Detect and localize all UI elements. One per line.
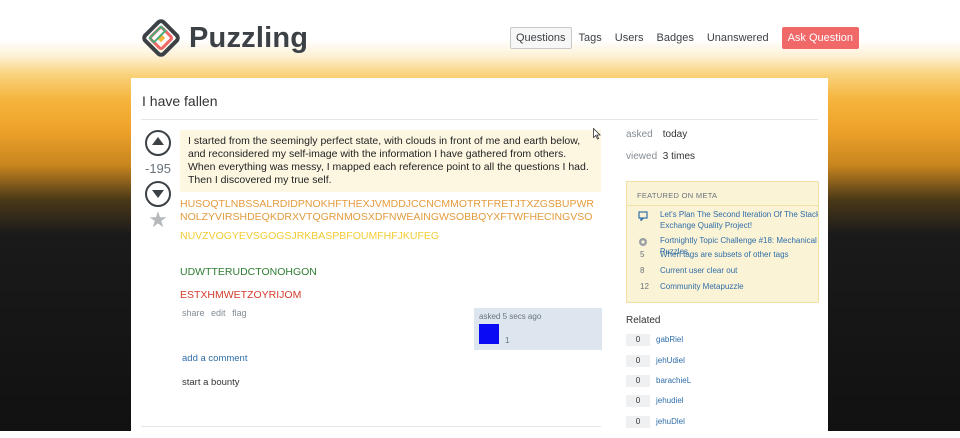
related-link[interactable]: barachieL	[656, 376, 691, 385]
question-stats: asked today viewed 3 times	[626, 128, 821, 172]
meta-item-count: 5	[640, 250, 645, 259]
arrow-up-icon	[152, 137, 164, 145]
post-menu: share edit flag	[182, 308, 251, 318]
start-bounty-link[interactable]: start a bounty	[182, 377, 240, 388]
related-item[interactable]: 0 jehuDlel	[626, 416, 685, 430]
nav-users[interactable]: Users	[609, 27, 650, 49]
ask-question-button[interactable]: Ask Question	[781, 27, 860, 49]
stat-asked: asked today	[626, 128, 821, 141]
content-card: I have fallen -195 ★ I started from the …	[131, 78, 828, 438]
flag-link[interactable]: flag	[232, 308, 247, 318]
related-item[interactable]: 0 gabRiel	[626, 334, 683, 348]
related-score: 0	[626, 416, 650, 428]
cipher-line-red: ESTXHMWETZOYRIJOM	[180, 289, 302, 301]
meta-divider	[627, 205, 818, 206]
cipher-line-green: UDWTTERUDCTONOHGON	[180, 266, 317, 278]
puzzling-logo-icon	[142, 19, 180, 57]
share-link[interactable]: share	[182, 308, 205, 318]
related-link[interactable]: jehudiel	[656, 396, 684, 405]
featured-meta-heading: FEATURED ON META	[637, 191, 718, 200]
vote-count: -195	[144, 161, 172, 176]
cipher-line-yellow: NUVZVOGYEVSGOGSJRKBASPBFOUMFHFJKUFEG	[180, 230, 440, 242]
related-score: 0	[626, 334, 650, 346]
stat-viewed-label: viewed	[626, 151, 658, 162]
site-name: Puzzling	[189, 21, 309, 54]
stat-viewed-value: 3 times	[662, 151, 696, 162]
related-item[interactable]: 0 jehUdiel	[626, 355, 685, 369]
related-score: 0	[626, 355, 650, 367]
related-item[interactable]: 0 jehudiel	[626, 395, 684, 409]
meta-item-title[interactable]: Current user clear out	[660, 266, 818, 277]
post-divider	[141, 426, 601, 427]
related-score: 0	[626, 395, 650, 407]
nav-questions[interactable]: Questions	[510, 27, 572, 49]
downvote-button[interactable]	[145, 181, 171, 207]
related-link[interactable]: jehuDlel	[656, 417, 685, 426]
meta-item-title[interactable]: Let's Plan The Second Iteration Of The S…	[660, 210, 818, 231]
featured-on-meta: FEATURED ON META Let's Plan The Second I…	[626, 181, 819, 303]
site-logo[interactable]: Puzzling	[141, 18, 308, 58]
top-nav: Questions Tags Users Badges Unanswered A…	[510, 27, 860, 49]
related-score: 0	[626, 375, 650, 387]
cipher-line-orange: HUSOQTLNBSSALRDIDPNOKHFTHEXJVMDDJCCNCMMO…	[180, 198, 594, 223]
meta-item-title[interactable]: When tags are subsets of other tags	[660, 250, 818, 261]
question-title[interactable]: I have fallen	[142, 93, 218, 109]
meta-item-title[interactable]: Community Metapuzzle	[660, 282, 818, 293]
stat-viewed: viewed 3 times	[626, 150, 821, 163]
favorite-star-icon[interactable]: ★	[144, 209, 172, 231]
stat-asked-label: asked	[626, 129, 653, 140]
user-reputation: 1	[505, 336, 510, 345]
asked-time: asked 5 secs ago	[479, 312, 542, 321]
edit-link[interactable]: edit	[211, 308, 226, 318]
nav-badges[interactable]: Badges	[651, 27, 700, 49]
meta-post-icon	[638, 211, 648, 221]
arrow-down-icon	[152, 190, 164, 198]
owner-signature: asked 5 secs ago 1	[474, 308, 602, 350]
related-link[interactable]: gabRiel	[656, 335, 683, 344]
mouse-cursor-icon	[593, 128, 601, 140]
upvote-button[interactable]	[145, 130, 171, 156]
vote-cell: -195 ★	[144, 130, 172, 231]
meta-item-count: 12	[640, 282, 649, 291]
meta-item-count: 8	[640, 266, 645, 275]
related-heading: Related	[626, 315, 661, 326]
user-avatar[interactable]	[479, 324, 499, 344]
related-link[interactable]: jehUdiel	[656, 356, 685, 365]
puzzle-piece-icon	[639, 238, 647, 246]
nav-unanswered[interactable]: Unanswered	[701, 27, 775, 49]
title-divider	[141, 119, 818, 120]
related-item[interactable]: 0 barachieL	[626, 375, 691, 389]
add-comment-link[interactable]: add a comment	[182, 353, 247, 364]
spoiler-block: I started from the seemingly perfect sta…	[180, 130, 601, 192]
post-body: I started from the seemingly perfect sta…	[180, 130, 601, 302]
stat-asked-value: today	[662, 129, 688, 140]
nav-tags[interactable]: Tags	[573, 27, 608, 49]
